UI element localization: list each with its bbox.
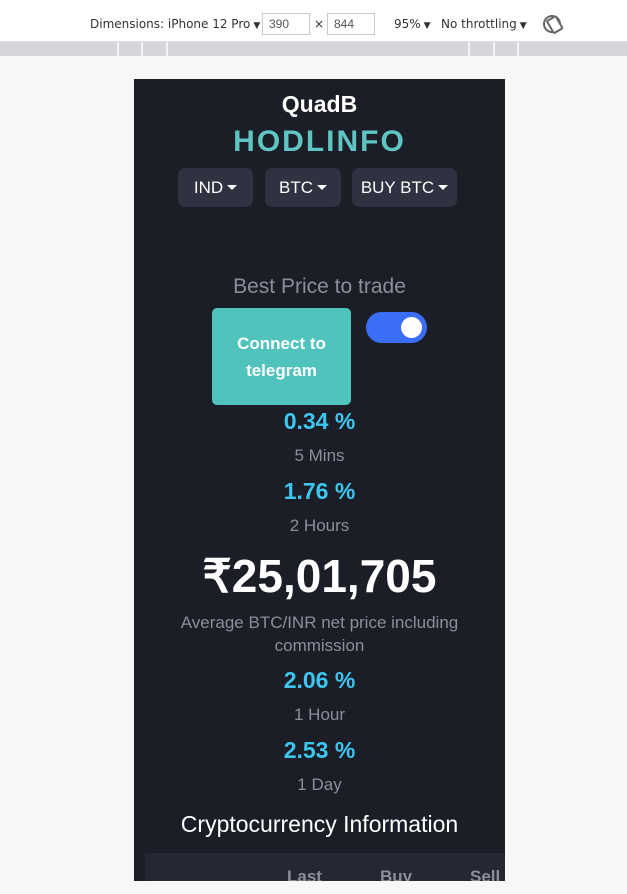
- price-description: Average BTC/INR net price including comm…: [180, 613, 459, 655]
- coin-select-label: BTC: [279, 178, 313, 197]
- devtools-toolbar: Dimensions: iPhone 12 Pro▼ × 95%▼ No thr…: [0, 0, 627, 42]
- throttling-label: No throttling: [441, 17, 517, 31]
- coin-select[interactable]: BTC: [265, 168, 341, 207]
- stat-label: 2 Hours: [289, 516, 350, 535]
- times-symbol: ×: [314, 17, 325, 31]
- device-dimensions-label: Dimensions: iPhone 12 Pro: [90, 17, 251, 31]
- rotate-icon[interactable]: [539, 11, 565, 37]
- column-header-sell: Sell: [470, 867, 501, 881]
- currency-select-label: IND: [193, 178, 224, 197]
- stat-label: 1 Day: [297, 775, 342, 794]
- theme-toggle[interactable]: [366, 312, 427, 343]
- stat-value: 1.76 %: [283, 478, 356, 504]
- throttling-dropdown[interactable]: No throttling ▼: [441, 17, 527, 31]
- stat-value: 0.34 %: [283, 408, 356, 434]
- device-dimensions-dropdown[interactable]: Dimensions: iPhone 12 Pro ▼: [90, 17, 260, 31]
- column-header-last: Last: [287, 867, 322, 881]
- brand-name: QuadB: [281, 91, 358, 117]
- toggle-knob: [401, 317, 422, 338]
- caret-down-icon: [438, 185, 449, 190]
- height-input[interactable]: [327, 13, 375, 35]
- connect-telegram-button[interactable]: Connect to telegram: [212, 308, 351, 405]
- currency-select[interactable]: IND: [178, 168, 253, 207]
- buy-select[interactable]: BUY BTC: [352, 168, 457, 207]
- zoom-label: 95%: [394, 17, 421, 31]
- caret-down-icon: [227, 185, 238, 190]
- average-price: ₹25,01,705: [202, 550, 437, 602]
- stat-value: 2.53 %: [283, 737, 356, 763]
- chevron-down-icon: ▼: [423, 21, 431, 31]
- stat-value: 2.06 %: [283, 667, 356, 693]
- media-query-ruler: [0, 42, 627, 56]
- column-header-buy: Buy: [380, 867, 413, 881]
- zoom-dropdown[interactable]: 95% ▼: [394, 17, 431, 31]
- table-header: Last Buy Sell: [145, 853, 505, 881]
- buy-select-label: BUY BTC: [360, 178, 435, 197]
- chevron-down-icon: ▼: [253, 21, 261, 31]
- section-title: Cryptocurrency Information: [180, 811, 459, 837]
- chevron-down-icon: ▼: [519, 21, 527, 31]
- width-input[interactable]: [262, 13, 310, 35]
- best-price-label: Best Price to trade: [233, 275, 406, 298]
- stat-label: 5 Mins: [294, 446, 345, 465]
- caret-down-icon: [317, 185, 327, 190]
- stat-label: 1 Hour: [293, 705, 346, 724]
- app-title: HODLINFO: [233, 125, 406, 158]
- mobile-viewport: QuadB HODLINFO IND BTC BUY BTC Best Pric…: [134, 79, 505, 881]
